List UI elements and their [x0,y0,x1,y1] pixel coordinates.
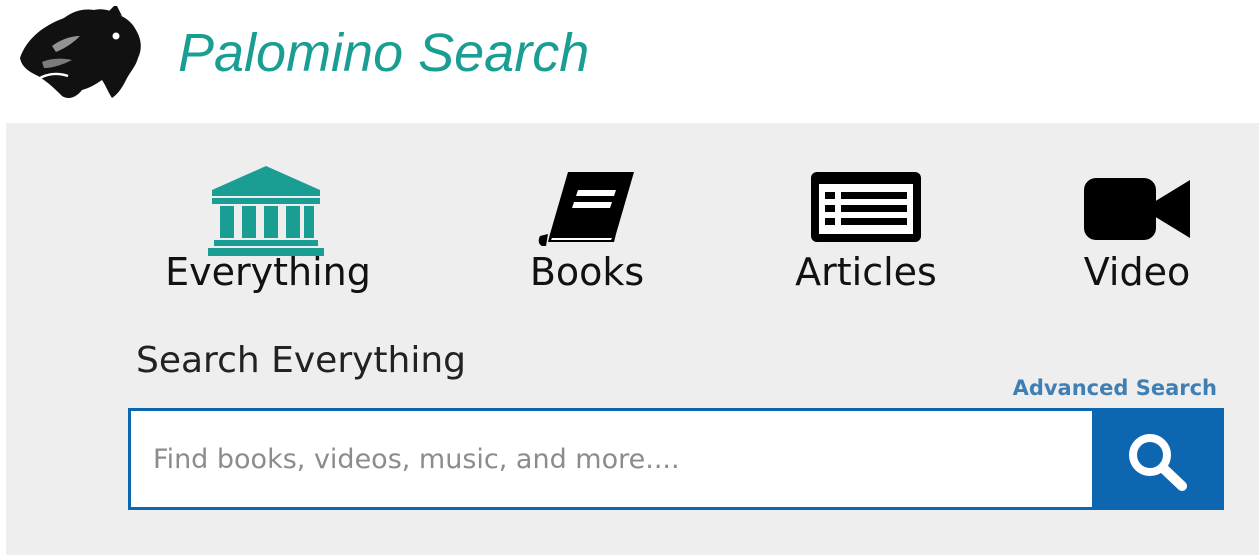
search-heading: Search Everything [136,340,467,381]
tab-video[interactable]: Video [1066,160,1208,300]
tab-video-label: Video [1083,250,1191,294]
book-icon [538,172,634,246]
horse-head-icon [20,6,141,98]
library-icon [208,166,324,256]
newspaper-icon [811,172,921,242]
tab-everything-label: Everything [165,250,371,294]
tab-books[interactable]: Books [512,160,662,300]
video-camera-icon [1084,178,1190,240]
site-header: Palomino Search [0,0,1259,118]
brand-title: Palomino Search [178,23,590,83]
search-button[interactable] [1092,411,1224,507]
tab-articles[interactable]: Articles [778,160,954,300]
search-bar [128,408,1224,510]
tab-everything[interactable]: Everything [146,160,390,300]
tab-articles-label: Articles [795,250,937,294]
search-icon [1129,434,1187,491]
tab-books-label: Books [529,250,645,294]
advanced-search-link[interactable]: Advanced Search [1013,374,1217,402]
search-input[interactable] [131,411,1089,507]
